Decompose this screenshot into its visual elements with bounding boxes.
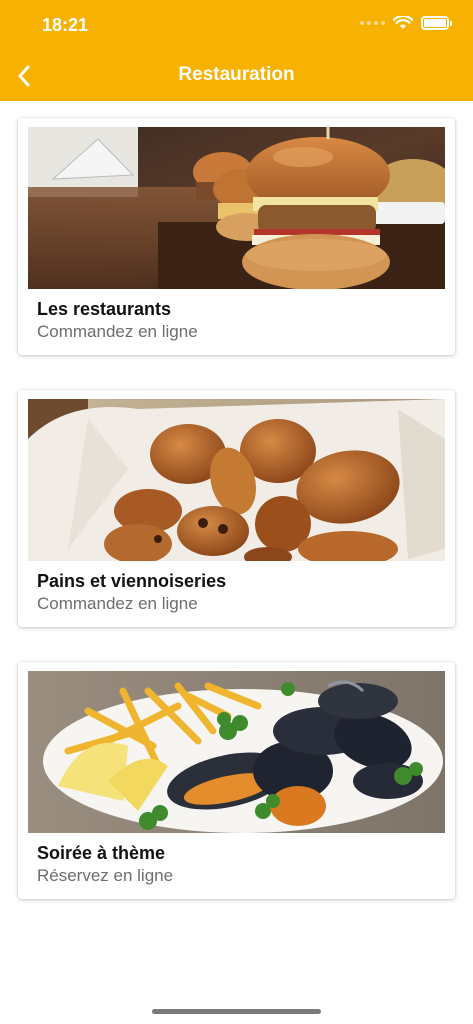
cellular-signal-icon <box>360 21 385 25</box>
card-pastries[interactable]: Pains et viennoiseries Commandez en lign… <box>18 390 455 627</box>
card-title: Soirée à thème <box>37 843 166 863</box>
status-icons <box>360 16 452 30</box>
pastries-basket-image <box>28 399 445 561</box>
card-subtitle: Réservez en ligne <box>37 866 174 885</box>
home-indicator[interactable] <box>152 1009 321 1014</box>
status-time: 18:21 <box>42 15 89 35</box>
moules-frites-image <box>28 671 445 833</box>
page-title: Restauration <box>178 64 295 85</box>
card-restaurants[interactable]: Les restaurants Commandez en ligne <box>18 118 455 355</box>
app-header: 18:21 Restauration <box>0 0 473 101</box>
battery-icon <box>421 16 452 30</box>
card-title: Les restaurants <box>37 299 172 319</box>
card-subtitle: Commandez en ligne <box>37 322 198 341</box>
card-theme-evening[interactable]: Soirée à thème Réservez en ligne <box>18 662 455 899</box>
card-title: Pains et viennoiseries <box>37 571 227 591</box>
card-subtitle: Commandez en ligne <box>37 594 198 613</box>
wifi-icon <box>393 16 413 29</box>
burger-sliders-image <box>28 127 445 289</box>
